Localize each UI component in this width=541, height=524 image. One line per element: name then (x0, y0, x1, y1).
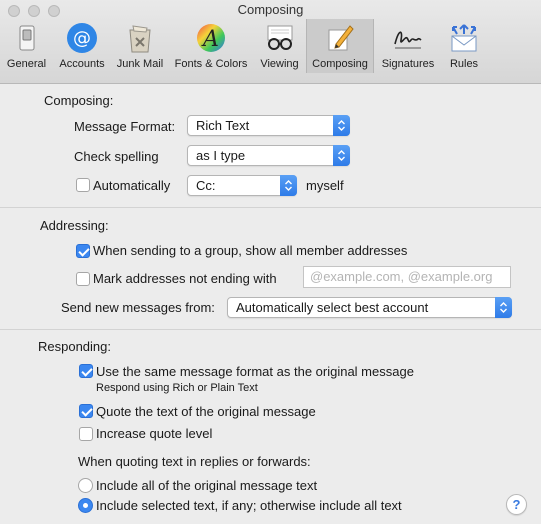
same-format-label: Use the same message format as the origi… (96, 364, 414, 379)
signature-icon (391, 21, 425, 55)
show-group-members-label: When sending to a group, show all member… (93, 243, 408, 258)
send-from-value: Automatically select best account (236, 300, 429, 315)
message-format-value: Rich Text (196, 118, 250, 133)
send-from-popup[interactable]: Automatically select best account (227, 297, 512, 318)
preferences-toolbar: General @ Accounts Junk Mail A Fonts & C… (0, 19, 486, 73)
toolbar-fonts-colors[interactable]: A Fonts & Colors (169, 19, 253, 72)
toolbar-viewing[interactable]: Viewing (253, 19, 306, 72)
automatically-label: Automatically (93, 178, 171, 193)
auto-recipient-popup[interactable]: Cc: (187, 175, 297, 196)
junk-mail-trash-icon (123, 21, 157, 55)
toolbar-label-signatures: Signatures (381, 58, 435, 70)
responding-heading: Responding: (38, 339, 111, 354)
toolbar-signatures[interactable]: Signatures (374, 19, 442, 72)
updown-arrows-icon (280, 175, 297, 196)
general-switch-icon (10, 21, 44, 55)
same-format-sublabel: Respond using Rich or Plain Text (96, 382, 258, 394)
toolbar-label-junk-mail: Junk Mail (116, 58, 164, 70)
mark-addresses-input[interactable] (310, 269, 510, 284)
increase-quote-label: Increase quote level (96, 426, 213, 441)
glasses-icon (263, 21, 297, 55)
addressing-heading: Addressing: (40, 218, 109, 233)
increase-quote-checkbox[interactable] (79, 427, 93, 441)
toolbar-label-rules: Rules (449, 58, 479, 70)
message-format-label: Message Format: (74, 119, 176, 134)
toolbar-label-composing: Composing (312, 58, 368, 70)
myself-label: myself (306, 178, 344, 193)
rules-icon (447, 21, 481, 55)
toolbar-label-accounts: Accounts (59, 58, 105, 70)
auto-recipient-value: Cc: (196, 178, 216, 193)
toolbar-general[interactable]: General (0, 19, 53, 72)
show-group-members-checkbox[interactable] (76, 244, 90, 258)
quote-text-label: Quote the text of the original message (96, 404, 316, 419)
toolbar-label-fonts-colors: Fonts & Colors (174, 58, 248, 70)
pencil-icon (323, 21, 357, 55)
automatically-checkbox[interactable] (76, 178, 90, 192)
updown-arrows-icon (333, 115, 350, 136)
include-all-radio[interactable] (78, 478, 93, 493)
include-selected-label: Include selected text, if any; otherwise… (96, 498, 402, 513)
message-format-popup[interactable]: Rich Text (187, 115, 350, 136)
composing-heading: Composing: (44, 93, 114, 108)
quoting-heading: When quoting text in replies or forwards… (78, 454, 311, 469)
updown-arrows-icon (495, 297, 512, 318)
help-button[interactable]: ? (506, 494, 527, 515)
toolbar-accounts[interactable]: @ Accounts (53, 19, 111, 72)
check-spelling-value: as I type (196, 148, 246, 163)
toolbar-rules[interactable]: Rules (442, 19, 486, 72)
toolbar-label-viewing: Viewing (260, 58, 299, 70)
toolbar-label-general: General (6, 58, 47, 70)
send-from-label: Send new messages from: (61, 300, 215, 315)
toolbar-composing[interactable]: Composing (306, 19, 374, 73)
window-title: Composing (237, 2, 304, 17)
section-divider (0, 329, 541, 330)
same-format-checkbox[interactable] (79, 364, 93, 378)
mark-addresses-checkbox[interactable] (76, 272, 90, 286)
toolbar-junk-mail[interactable]: Junk Mail (111, 19, 169, 72)
updown-arrows-icon (333, 145, 350, 166)
fonts-colors-icon: A (194, 21, 228, 55)
include-all-label: Include all of the original message text (96, 478, 318, 493)
include-selected-radio[interactable] (78, 498, 93, 513)
svg-text:A: A (201, 27, 219, 52)
at-sign-icon: @ (65, 21, 99, 55)
svg-text:@: @ (73, 28, 91, 49)
check-spelling-popup[interactable]: as I type (187, 145, 350, 166)
quote-text-checkbox[interactable] (79, 404, 93, 418)
check-spelling-label: Check spelling (74, 149, 159, 164)
mark-addresses-label: Mark addresses not ending with (93, 271, 277, 286)
section-divider (0, 207, 541, 208)
mark-addresses-field[interactable] (303, 266, 511, 288)
title-bar: Composing General @ Accounts Junk Mail A (0, 0, 541, 84)
